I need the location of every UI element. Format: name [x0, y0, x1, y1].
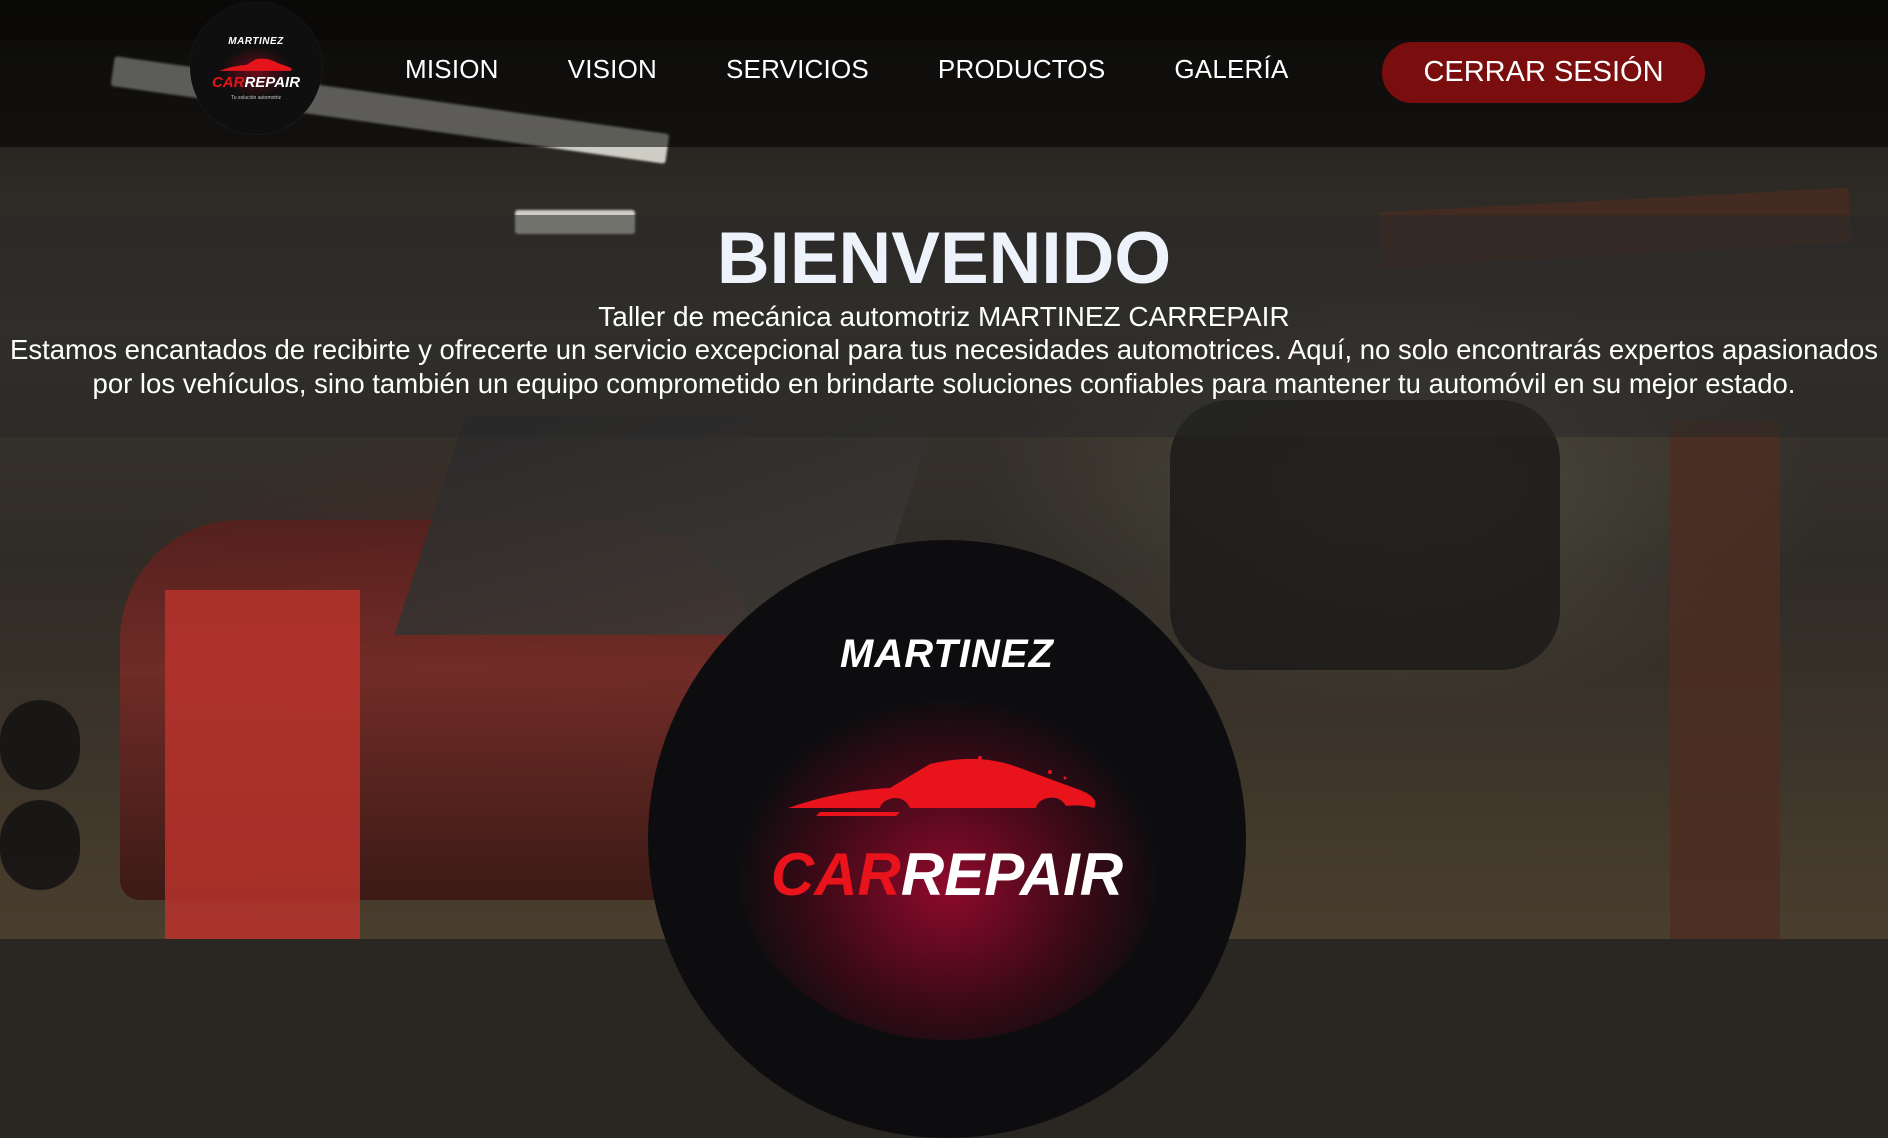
nav-link-galeria[interactable]: GALERÍA: [1174, 54, 1288, 85]
nav-link-productos[interactable]: PRODUCTOS: [938, 54, 1105, 85]
main-nav: MISION VISION SERVICIOS PRODUCTOS GALERÍ…: [405, 54, 1357, 85]
welcome-section: BIENVENIDO Taller de mecánica automotriz…: [0, 215, 1888, 437]
logout-button[interactable]: CERRAR SESIÓN: [1382, 42, 1705, 103]
top-navbar: MARTINEZ CARREPAIR Tu solución automotri…: [0, 0, 1888, 147]
nav-logo-wordmark: CARREPAIR: [211, 73, 301, 91]
car-silhouette-icon: [788, 756, 1096, 816]
welcome-title: BIENVENIDO: [716, 218, 1172, 299]
nav-link-vision[interactable]: VISION: [568, 54, 657, 85]
nav-logo-tagline: Tu solución automotriz: [230, 94, 282, 101]
hero-brand-logo: MARTINEZ CARREPAIR: [648, 540, 1246, 1138]
welcome-subtitle: Taller de mecánica automotriz MARTINEZ C…: [598, 301, 1290, 332]
nav-brand-logo[interactable]: MARTINEZ CARREPAIR Tu solución automotri…: [190, 2, 322, 134]
nav-logo-top-text: MARTINEZ: [228, 35, 284, 47]
hero-logo-wordmark: CARREPAIR: [770, 841, 1124, 908]
nav-link-mision[interactable]: MISION: [405, 54, 499, 85]
welcome-description: Estamos encantados de recibirte y ofrece…: [10, 334, 1879, 399]
car-silhouette-icon: [218, 58, 292, 71]
nav-link-servicios[interactable]: SERVICIOS: [726, 54, 869, 85]
hero-logo-top-text: MARTINEZ: [840, 632, 1054, 676]
